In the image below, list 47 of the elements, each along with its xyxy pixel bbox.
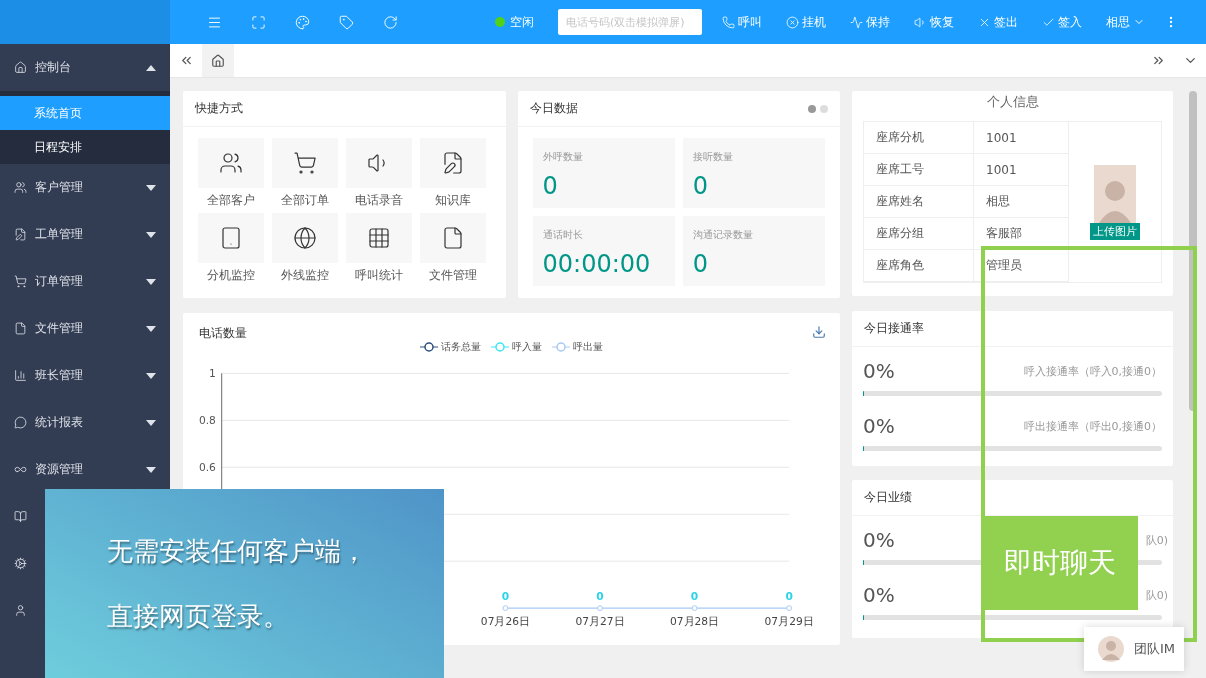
stat-value: 0 (692, 250, 710, 278)
table-cell: 客服部 (974, 218, 1069, 250)
rate-value: 0% (863, 414, 895, 438)
table-cell: 管理员 (974, 250, 1069, 282)
chart-title: 电话数量 (199, 325, 247, 342)
stat-value: 00:00:00 (542, 250, 652, 278)
y-tick-label: 0.6 (198, 461, 216, 475)
x-tick-label: 07月26日 (480, 614, 530, 628)
rate-label: 队0) (1145, 532, 1168, 548)
data-label: 0 (690, 590, 699, 604)
stat-label: 沟通记录数量 (692, 228, 754, 242)
table-cell: 座席角色 (864, 250, 974, 282)
x-tick-label: 07月29日 (764, 614, 814, 628)
data-label: 0 (596, 590, 604, 604)
stat-value: 0 (542, 172, 559, 200)
table-cell: 座席工号 (864, 154, 974, 186)
promo-text: 直接网页登录。 (107, 599, 290, 633)
table-cell: 相思 (974, 186, 1069, 218)
promo-text: 无需安装任何客户端， (107, 534, 368, 568)
rate-label: 呼出接通率（呼出0,接通0） (1023, 418, 1162, 434)
stat-label: 外呼数量 (542, 150, 584, 164)
rate-label: 队0) (1145, 587, 1168, 603)
data-label: 0 (501, 590, 510, 604)
card-title: 今日接通率 (864, 320, 924, 337)
table-cell: 1001 (974, 154, 1069, 186)
rate-value: 0% (863, 528, 895, 552)
table-cell: 座席分机 (864, 122, 974, 154)
card-title: 今日数据 (529, 100, 578, 117)
rate-value: 0% (863, 359, 895, 383)
table-cell: 座席分组 (864, 218, 974, 250)
rate-label: 呼入接通率（呼入0,接通0） (1023, 363, 1162, 379)
card-title: 今日业绩 (864, 489, 912, 506)
status-label: 空闲 (510, 13, 534, 31)
x-tick-label: 07月27日 (575, 614, 625, 628)
stat-value: 0 (692, 172, 710, 200)
data-label: 0 (785, 590, 793, 604)
table-cell: 座席姓名 (864, 186, 974, 218)
table-cell: 1001 (974, 122, 1069, 154)
card-title: 个人信息 (985, 93, 1040, 111)
y-tick-label: 1 (209, 367, 216, 381)
rate-value: 0% (863, 583, 895, 607)
x-tick-label: 07月28日 (670, 614, 720, 628)
card-title: 快捷方式 (195, 100, 243, 117)
y-tick-label: 0.8 (198, 414, 216, 428)
widget-label: 团队IM (1134, 640, 1176, 658)
stat-label: 接听数量 (692, 150, 734, 164)
stat-label: 通话时长 (542, 228, 584, 242)
